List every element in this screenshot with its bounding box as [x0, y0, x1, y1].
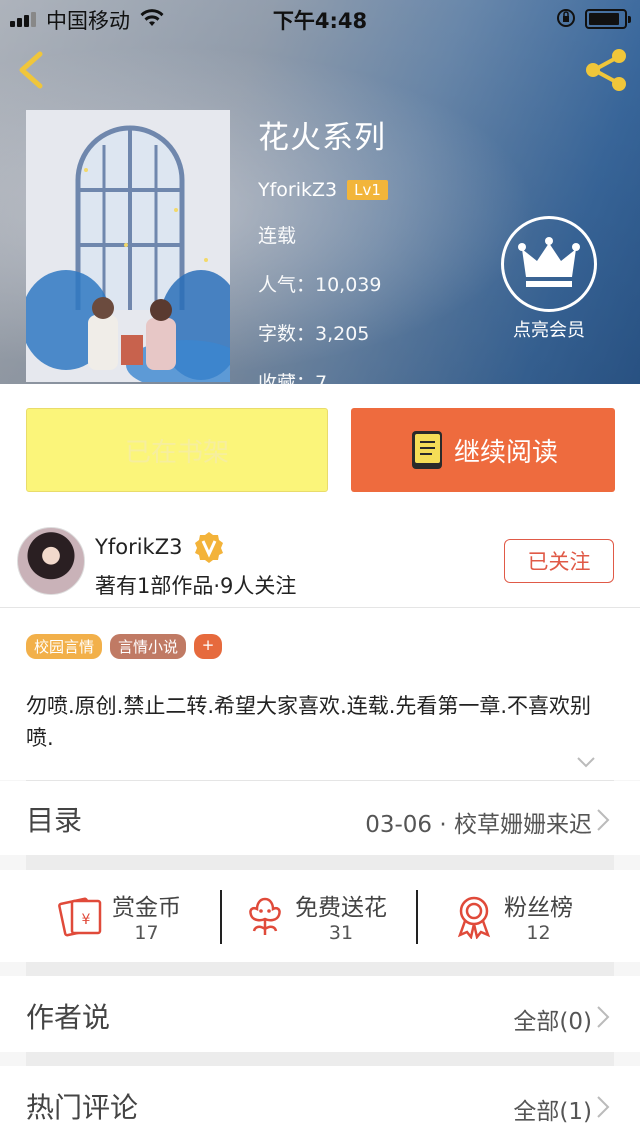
svg-text:¥: ¥ [82, 912, 91, 928]
send-flower-count: 31 [328, 922, 354, 944]
author-says-count: 全部(0) [513, 1009, 592, 1035]
ribbon-medal-icon [457, 896, 491, 939]
chevron-right-icon [597, 1006, 610, 1028]
rotation-lock-icon [555, 7, 577, 34]
book-description: 勿喷.原创.禁止二转.希望大家喜欢.连载.先看第一章.不喜欢别喷. [26, 694, 592, 750]
author-says-row[interactable]: 作者说 全部(0) [0, 976, 640, 1052]
share-icon [586, 49, 626, 91]
fan-rank-stat[interactable]: 粉丝榜 12 [452, 888, 573, 944]
chevron-right-icon [597, 809, 610, 831]
author-card[interactable]: YforikZ3 著有1部作品·9人关注 已关注 [0, 508, 640, 608]
clock: 下午4:48 [272, 9, 368, 33]
book-icon [411, 431, 442, 469]
book-cover-image[interactable] [26, 110, 230, 382]
red-envelope-icon: ¥ [58, 897, 102, 937]
verified-badge-icon [195, 532, 224, 563]
author-stats: 著有1部作品·9人关注 [95, 574, 297, 598]
back-button[interactable] [12, 48, 52, 92]
send-flower-label: 免费送花 [295, 895, 387, 921]
continue-reading-button[interactable]: 继续阅读 [351, 408, 615, 492]
book-title: 花火系列 [258, 120, 386, 156]
in-shelf-button[interactable]: 已在书架 [26, 408, 328, 492]
send-flower-stat[interactable]: 免费送花 31 [243, 888, 387, 944]
reward-coins-label: 赏金币 [112, 895, 181, 921]
reward-coins-count: 17 [134, 922, 159, 944]
catalog-row[interactable]: 目录 03-06 · 校草姗姗来迟 [0, 781, 640, 855]
section-separator [26, 1052, 614, 1066]
chevron-down-icon[interactable] [576, 756, 596, 768]
followed-button[interactable]: 已关注 [504, 539, 614, 583]
interaction-stats: ¥ 赏金币 17 免费送花 31 粉丝榜 12 [0, 870, 640, 962]
section-separator [26, 855, 614, 870]
book-status: 连载 [258, 225, 297, 247]
book-info: 花火系列 YforikZ3 Lv1 连载 人气：10,039 字数：3,205 … [258, 112, 388, 384]
author-avatar[interactable] [17, 527, 85, 595]
fan-rank-count: 12 [526, 922, 551, 944]
hot-comments-row[interactable]: 热门评论 全部(1) [0, 1066, 640, 1139]
book-author-line: YforikZ3 Lv1 [258, 179, 388, 201]
vip-button[interactable]: 点亮会员 [500, 216, 598, 342]
divider [416, 890, 418, 944]
chevron-left-icon [19, 51, 43, 89]
hot-comments-count: 全部(1) [513, 1099, 592, 1125]
crown-icon [501, 216, 597, 312]
latest-chapter: 03-06 · 校草姗姗来迟 [365, 812, 592, 838]
author-name[interactable]: YforikZ3 [95, 535, 182, 559]
tag-list: 校园言情 言情小说 + [26, 634, 223, 659]
book-header: 中国移动 下午4:48 花火系列 YforikZ3 Lv1 连载 人气：10,0… [0, 0, 640, 384]
book-author-name[interactable]: YforikZ3 [258, 179, 337, 201]
book-popularity: 人气：10,039 [258, 274, 382, 296]
tag-romance-novel[interactable]: 言情小说 [110, 634, 187, 659]
add-tag-button[interactable]: + [194, 634, 223, 659]
divider [220, 890, 222, 944]
author-says-label: 作者说 [26, 1001, 111, 1034]
section-separator [26, 962, 614, 976]
share-button[interactable] [582, 46, 630, 94]
book-favorites: 收藏：7 [258, 372, 328, 384]
vip-label: 点亮会员 [513, 320, 585, 341]
status-bar: 中国移动 下午4:48 [0, 0, 640, 36]
continue-reading-label: 继续阅读 [453, 437, 558, 468]
catalog-label: 目录 [26, 804, 83, 837]
chevron-right-icon [597, 1096, 610, 1118]
tag-campus-romance[interactable]: 校园言情 [26, 634, 103, 659]
action-bar: 已在书架 继续阅读 [0, 384, 640, 508]
book-word-count: 字数：3,205 [258, 323, 370, 345]
hot-comments-label: 热门评论 [26, 1091, 139, 1124]
reward-coins-stat[interactable]: ¥ 赏金币 17 [58, 888, 181, 944]
battery-icon [585, 9, 631, 29]
level-badge: Lv1 [347, 180, 388, 200]
author-name-row: YforikZ3 [95, 530, 226, 564]
description-section: 校园言情 言情小说 + 勿喷.原创.禁止二转.希望大家喜欢.连载.先看第一章.不… [0, 608, 640, 780]
fan-rank-label: 粉丝榜 [504, 895, 573, 921]
flower-icon [249, 897, 281, 935]
